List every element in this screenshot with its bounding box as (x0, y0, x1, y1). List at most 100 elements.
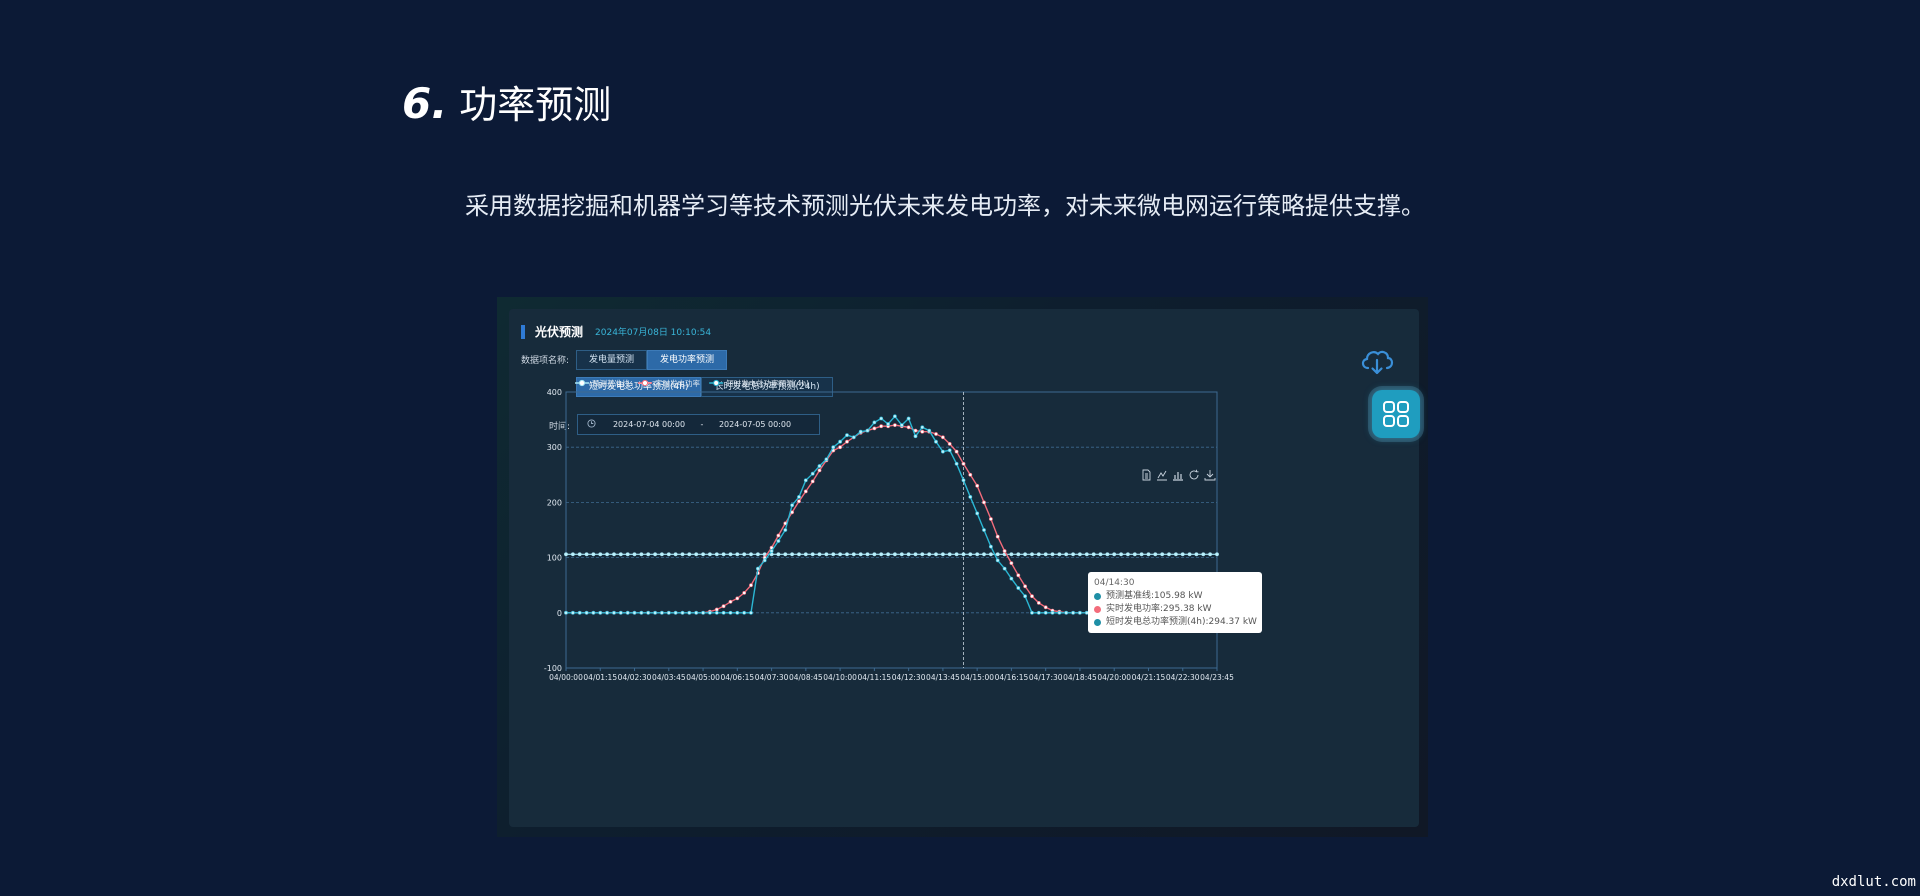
grid-menu-button[interactable] (1372, 390, 1420, 438)
x-tick-label: 04/07:30 (755, 673, 789, 682)
legend-label: 短时发电总功率预测(4h) (726, 378, 809, 388)
data-point (680, 552, 685, 557)
data-point (995, 558, 1000, 563)
x-tick-label: 04/16:15 (995, 673, 1029, 682)
data-point (1057, 552, 1062, 557)
tooltip-dot (1094, 606, 1101, 613)
tooltip-dot (1094, 619, 1101, 626)
data-point (865, 552, 870, 557)
data-point (927, 552, 932, 557)
data-point (1201, 552, 1206, 557)
data-point (851, 435, 856, 440)
data-point (899, 423, 904, 428)
data-point (1174, 552, 1178, 557)
data-point (975, 483, 980, 488)
data-point (975, 511, 980, 516)
data-point (673, 552, 678, 557)
x-tick-label: 04/02:30 (618, 673, 652, 682)
data-point (1016, 573, 1021, 578)
data-point (920, 425, 925, 430)
data-point (1119, 552, 1124, 557)
data-point (721, 552, 726, 557)
data-point (892, 423, 897, 428)
data-point (982, 528, 986, 532)
tooltip-row: 实时发电功率:295.38 kW (1094, 603, 1256, 616)
data-point (845, 439, 849, 444)
data-point (653, 610, 658, 615)
data-point (577, 552, 582, 557)
data-point (666, 610, 671, 615)
data-point (940, 449, 945, 454)
data-point (666, 552, 671, 557)
data-point (988, 544, 993, 549)
data-point (1126, 552, 1130, 557)
data-point (1194, 552, 1199, 557)
data-point (755, 566, 760, 571)
data-point (1050, 552, 1055, 557)
data-point (824, 552, 829, 557)
y-tick-label: 400 (547, 388, 562, 397)
legend-label: 预测基准线 (592, 378, 630, 388)
data-point (584, 552, 589, 557)
data-point (776, 552, 781, 557)
data-point (838, 439, 843, 444)
data-point (598, 552, 603, 557)
data-point (1050, 610, 1055, 615)
data-point (564, 552, 568, 557)
data-point (749, 583, 753, 588)
data-point (707, 610, 712, 615)
save-image-icon[interactable] (1204, 466, 1220, 481)
data-point (1105, 552, 1110, 557)
data-point (797, 552, 801, 557)
data-point (1036, 610, 1041, 615)
data-point (831, 552, 836, 557)
data-point (673, 610, 678, 615)
data-point (947, 552, 952, 557)
data-point (721, 604, 726, 609)
data-point (728, 552, 733, 557)
data-point (769, 549, 774, 553)
data-point (1016, 552, 1021, 557)
data-point (714, 607, 719, 612)
data-point (1078, 552, 1082, 557)
data-point (913, 552, 918, 557)
data-point (803, 489, 808, 494)
data-point (1160, 552, 1165, 557)
data-point (728, 599, 733, 604)
data-point (646, 552, 651, 557)
data-point (961, 552, 966, 557)
data-point (879, 424, 884, 429)
bar-chart-icon[interactable] (1172, 466, 1188, 481)
data-point (646, 610, 651, 615)
data-point (810, 552, 815, 557)
data-point (714, 552, 719, 557)
data-point (1098, 552, 1103, 557)
data-point (1009, 561, 1014, 566)
data-point (988, 517, 993, 521)
line-chart-icon[interactable] (1156, 466, 1172, 481)
data-point (927, 428, 932, 433)
slide-title: 6. 功率预测 (402, 74, 611, 129)
data-point (653, 552, 658, 557)
data-point (714, 610, 719, 615)
data-point (797, 499, 801, 504)
slide-heading: 功率预测 (459, 83, 612, 127)
data-point (632, 610, 637, 615)
data-point (995, 552, 1000, 557)
data-point (707, 552, 712, 557)
y-tick-label: 200 (547, 498, 562, 507)
data-point (940, 552, 945, 557)
data-point (584, 610, 589, 615)
data-view-icon[interactable] (1140, 466, 1156, 481)
data-point (982, 552, 986, 557)
x-tick-label: 04/13:45 (926, 673, 960, 682)
data-point (790, 552, 795, 557)
data-point (762, 558, 767, 563)
data-point (1215, 552, 1219, 557)
data-point (1180, 552, 1185, 557)
data-point (783, 552, 788, 557)
tooltip-row: 短时发电总功率预测(4h):294.37 kW (1094, 616, 1257, 629)
data-point (564, 610, 568, 615)
data-point (968, 472, 973, 477)
refresh-icon[interactable] (1188, 466, 1204, 480)
